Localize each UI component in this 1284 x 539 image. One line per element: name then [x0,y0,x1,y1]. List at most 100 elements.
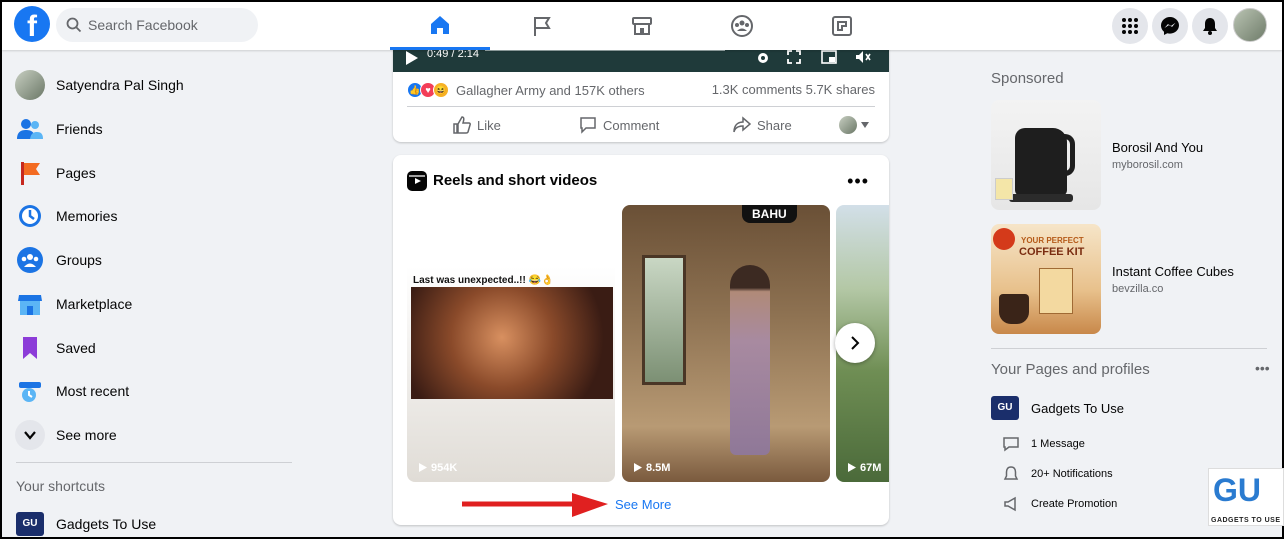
like-button[interactable]: Like [453,114,501,136]
home-icon [431,15,449,34]
shortcut-label: Gadgets To Use [56,516,157,532]
cup [999,294,1029,324]
page-messages[interactable]: 1 Message [1003,436,1085,452]
megaphone-icon [1004,496,1016,512]
reaction-audience-selector[interactable] [839,114,869,136]
sidebar-item-most-recent[interactable]: Most recent [14,371,284,411]
ad-url: bevzilla.co [1112,283,1164,295]
reel-card[interactable]: Last was unexpected..!! 😂👌 954K [407,205,615,482]
notifications-icon [1203,18,1217,35]
page-create-promotion[interactable]: Create Promotion [1003,496,1117,512]
groups-icon [14,244,46,276]
top-navbar: f [2,2,1282,50]
kettle-base [1009,194,1073,202]
pages-profiles-title: Your Pages and profiles [991,361,1150,378]
sidebar-item-label: Memories [56,208,118,224]
caret-down-icon [861,122,869,128]
reacted-by: Gallagher Army and 157K others [456,82,645,98]
friends-icon [14,113,46,145]
flag-icon [14,157,46,189]
reel-thumbnail [411,287,613,399]
play-icon [634,463,642,472]
message-icon [1003,437,1019,452]
sidebar-item-saved[interactable]: Saved [14,328,284,368]
sidebar-item-label: Friends [56,121,103,137]
pip-icon[interactable] [821,50,837,64]
facebook-logo[interactable]: f [14,6,50,42]
menu-grid-icon [1122,18,1138,34]
sidebar-item-label: Pages [56,165,96,181]
tab-home[interactable] [390,2,490,50]
bell-icon [1003,466,1019,480]
ad-image-kettle[interactable] [991,100,1101,210]
ad-title[interactable]: Borosil And You [1112,140,1203,155]
sponsored-title: Sponsored [991,70,1064,87]
ad-image-coffee[interactable]: YOUR PERFECT COFFEE KIT [991,224,1101,334]
sidebar-item-pages[interactable]: Pages [14,153,284,193]
ad-title[interactable]: Instant Coffee Cubes [1112,264,1234,279]
watermark-text: GADGETS TO USE [1211,517,1281,524]
reactions-summary[interactable]: 👍 ♥ 😆 Gallagher Army and 157K others [407,82,645,98]
sidebar-item-groups[interactable]: Groups [14,240,284,280]
notifications-button[interactable] [1192,8,1228,44]
tab-marketplace[interactable] [592,2,692,50]
comment-share-counts[interactable]: 1.3K comments 5.7K shares [712,82,875,97]
reel-views: 8.5M [646,462,671,474]
sidebar-profile[interactable]: Satyendra Pal Singh [14,65,284,105]
pages-more-options[interactable]: ••• [1255,360,1270,376]
messenger-icon [1161,17,1179,35]
see-more-link[interactable]: See More [615,497,671,512]
sidebar-divider [16,462,292,463]
reel-card[interactable]: BAHU 8.5M [622,205,830,482]
mute-icon[interactable] [855,50,871,64]
coffee-ad-headline: COFFEE KIT [1019,246,1085,258]
share-icon [733,116,751,133]
reel-caption: Last was unexpected..!! 😂👌 [413,275,554,286]
clock-icon [14,200,46,232]
tab-gaming[interactable] [792,2,892,50]
shortcut-gadgets-to-use[interactable]: GU Gadgets To Use [14,504,284,539]
reel-thumbnail [642,255,686,385]
account-avatar[interactable] [1233,8,1267,42]
page-notifications[interactable]: 20+ Notifications [1003,466,1113,482]
gadgets-to-use-watermark: GU GADGETS TO USE [1208,468,1284,526]
tab-pages[interactable] [492,2,592,50]
profile-avatar [14,69,46,101]
page-logo: GU [991,396,1019,420]
sidebar-item-label: See more [56,427,117,443]
price-badge [993,228,1015,250]
menu-button[interactable] [1112,8,1148,44]
reels-title: Reels and short videos [433,172,598,189]
tab-groups[interactable] [692,2,792,50]
share-button[interactable]: Share [733,114,792,136]
comment-icon [580,117,596,134]
reel-badge: BAHU [742,205,797,223]
bookmark-icon [14,332,46,364]
chevron-down-icon [14,419,46,451]
pages-flag-icon [534,17,551,36]
kettle-handle [1059,134,1075,176]
next-reels-button[interactable] [835,323,875,363]
sidebar-item-label: Saved [56,340,96,356]
sidebar-item-memories[interactable]: Memories [14,196,284,236]
sidebar-item-friends[interactable]: Friends [14,109,284,149]
search-input[interactable] [88,17,248,33]
video-post: 0:49 / 2:14 👍 ♥ 😆 Gallagher Army and 157… [393,46,889,142]
comment-button[interactable]: Comment [579,114,659,136]
right-divider [991,348,1267,349]
search-icon [66,17,82,33]
sidebar-item-marketplace[interactable]: Marketplace [14,284,284,324]
sidebar-item-label: Most recent [56,383,130,399]
search-box[interactable] [56,8,258,42]
sidebar-item-see-more[interactable]: See more [14,415,284,455]
page-gadgets-to-use[interactable]: GU Gadgets To Use [991,396,1124,420]
sidebar-item-label: Groups [56,252,102,268]
reels-more-options[interactable]: ••• [847,171,869,192]
fullscreen-icon[interactable] [787,50,801,64]
page-logo: GU [14,508,46,539]
settings-icon[interactable] [755,50,771,66]
play-icon[interactable] [405,50,419,66]
marketplace-icon [632,17,652,35]
messenger-button[interactable] [1152,8,1188,44]
reels-icon [407,171,427,191]
